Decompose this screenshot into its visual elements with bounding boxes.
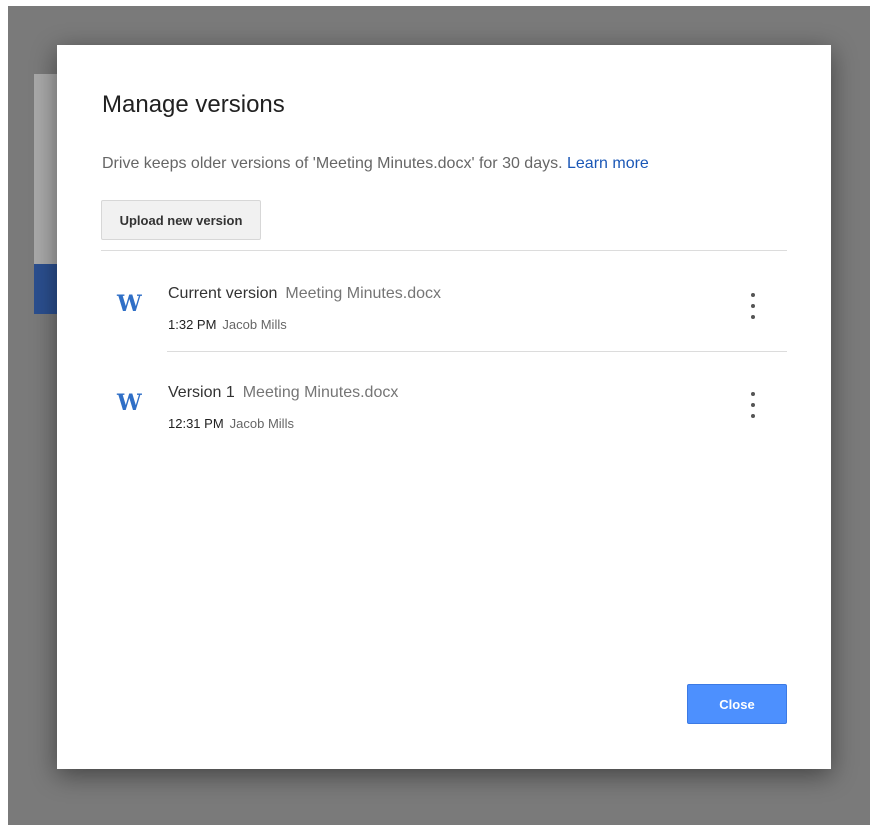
version-title: Current version Meeting Minutes.docx bbox=[168, 285, 441, 303]
manage-versions-dialog: Manage versions Drive keeps older versio… bbox=[57, 45, 831, 769]
version-filename: Meeting Minutes.docx bbox=[242, 384, 399, 401]
list-divider-top bbox=[101, 250, 787, 251]
word-doc-icon: W bbox=[117, 291, 142, 317]
description-text: Drive keeps older versions of 'Meeting M… bbox=[102, 155, 563, 172]
version-time: 1:32 PM bbox=[168, 317, 217, 332]
dialog-description: Drive keeps older versions of 'Meeting M… bbox=[102, 155, 649, 173]
version-meta: 1:32 PM Jacob Mills bbox=[168, 317, 287, 332]
version-author: Jacob Mills bbox=[229, 416, 294, 431]
more-options-icon[interactable] bbox=[741, 392, 765, 418]
list-divider bbox=[167, 351, 787, 352]
more-options-icon[interactable] bbox=[741, 293, 765, 319]
version-meta: 12:31 PM Jacob Mills bbox=[168, 416, 294, 431]
version-title: Version 1 Meeting Minutes.docx bbox=[168, 384, 398, 402]
version-time: 12:31 PM bbox=[168, 416, 224, 431]
version-row-current[interactable]: W Current version Meeting Minutes.docx 1:… bbox=[101, 255, 787, 351]
learn-more-link[interactable]: Learn more bbox=[567, 155, 649, 172]
version-row-1[interactable]: W Version 1 Meeting Minutes.docx 12:31 PM… bbox=[101, 354, 787, 450]
version-filename: Meeting Minutes.docx bbox=[285, 285, 442, 302]
word-doc-icon: W bbox=[117, 390, 142, 416]
close-button[interactable]: Close bbox=[687, 684, 787, 724]
version-label: Version 1 bbox=[168, 384, 235, 401]
upload-new-version-button[interactable]: Upload new version bbox=[101, 200, 261, 240]
version-author: Jacob Mills bbox=[222, 317, 287, 332]
version-label: Current version bbox=[168, 285, 278, 302]
dialog-title: Manage versions bbox=[102, 91, 285, 118]
